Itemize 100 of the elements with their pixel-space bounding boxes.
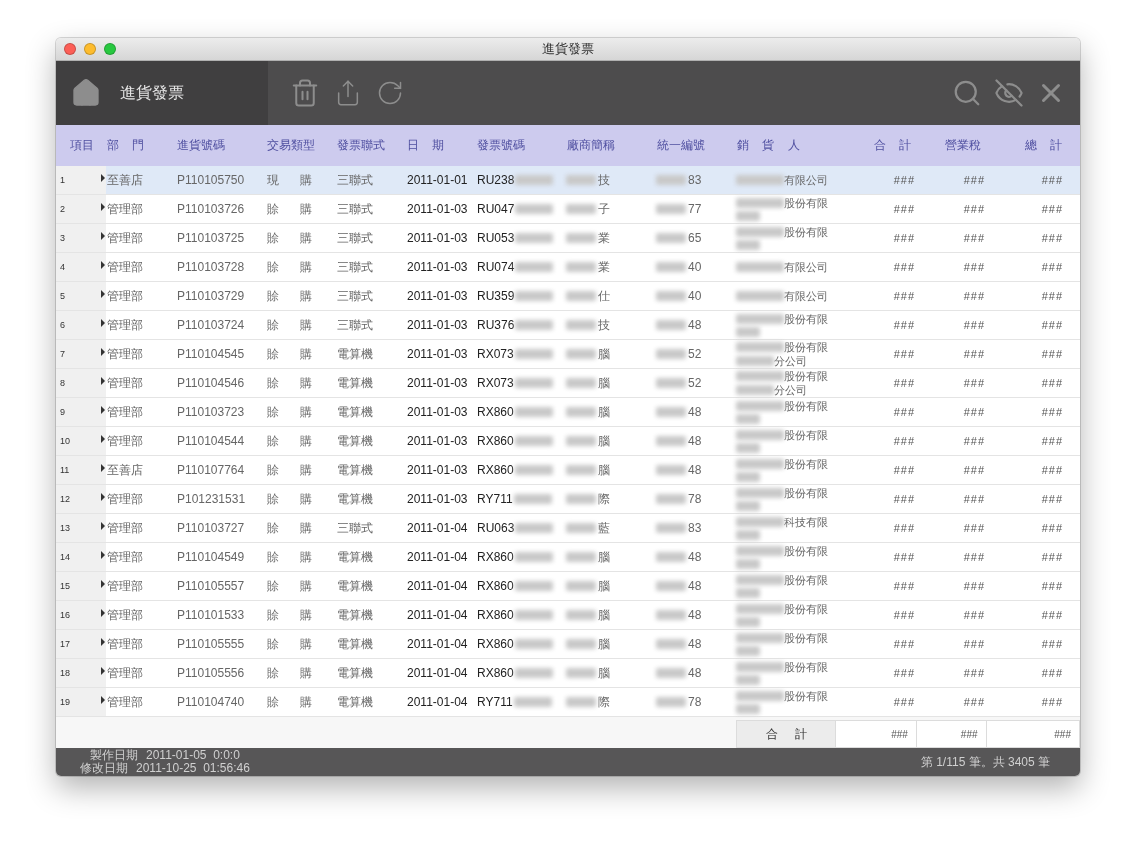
table-row[interactable]: 14 管理部 P110104549 賒 購 電算機 2011-01-04 RX860 腦 48 股份有限 ### ### ### — [56, 543, 1080, 572]
column-header[interactable]: 日 期 — [406, 137, 445, 154]
redacted-text — [514, 349, 553, 359]
expand-triangle-icon[interactable] — [101, 290, 105, 298]
table-row[interactable]: 9 管理部 P110103723 賒 購 電算機 2011-01-03 RX860 腦 48 股份有限 ### ### ### — [56, 398, 1080, 427]
table-cell: 腦 — [597, 635, 610, 653]
table-row[interactable]: 10 管理部 P110104544 賒 購 電算機 2011-01-03 RX860 腦 48 股份有限 ### ### ### — [56, 427, 1080, 456]
expand-triangle-icon[interactable] — [101, 551, 105, 559]
table-row[interactable]: 2 管理部 P110103726 賒 購 三聯式 2011-01-03 RU047 子 77 股份有限 ### ### ### — [56, 195, 1080, 224]
table-row[interactable]: 19 管理部 P110104740 賒 購 電算機 2011-01-04 RY711 際 78 股份有限 ### ### ### — [56, 688, 1080, 717]
table-cell-text: ### — [893, 609, 916, 621]
table-cell-text: P110104544 — [176, 434, 246, 448]
table-cell-text: 賒 購 — [266, 461, 314, 479]
table-cell: 仕 — [597, 287, 610, 305]
row-number: 10 — [60, 436, 70, 446]
table-cell: 48 — [687, 318, 702, 332]
table-cell: 股份有限 — [784, 458, 828, 470]
zoom-window-button[interactable] — [104, 43, 116, 55]
home-icon — [70, 77, 102, 109]
column-header[interactable]: 進貨號碼 — [176, 137, 225, 154]
expand-triangle-icon[interactable] — [101, 580, 105, 588]
column-header[interactable]: 合 計 — [872, 137, 925, 154]
table-row[interactable]: 16 管理部 P110101533 賒 購 電算機 2011-01-04 RX860 腦 48 股份有限 ### ### ### — [56, 601, 1080, 630]
column-header[interactable]: 項目 — [56, 137, 94, 154]
redacted-text — [566, 639, 596, 649]
table-row[interactable]: 12 管理部 P101231531 賒 購 電算機 2011-01-03 RY711 際 78 股份有限 ### ### ### — [56, 485, 1080, 514]
table-cell-text: 管理部 — [106, 345, 144, 363]
table-cell-text: 電算機 — [336, 635, 374, 653]
expand-triangle-icon[interactable] — [101, 696, 105, 704]
expand-triangle-icon[interactable] — [101, 406, 105, 414]
table-cell: 技 — [597, 171, 610, 189]
expand-triangle-icon[interactable] — [101, 174, 105, 182]
table-row[interactable]: 3 管理部 P110103725 賒 購 三聯式 2011-01-03 RU053 業 65 股份有限 ### ### ### — [56, 224, 1080, 253]
column-header[interactable]: 發票號碼 — [476, 137, 525, 154]
table-cell: 分公司 — [774, 355, 807, 367]
row-number: 8 — [60, 378, 65, 388]
table-cell-text: 2011-01-03 — [406, 405, 469, 419]
expand-triangle-icon[interactable] — [101, 319, 105, 327]
column-header[interactable]: 廠商簡稱 — [566, 137, 615, 154]
column-header[interactable]: 總 計 — [1023, 137, 1080, 154]
redacted-text — [566, 233, 596, 243]
redacted-text — [514, 436, 553, 446]
table-row[interactable]: 11 至善店 P110107764 賒 購 電算機 2011-01-03 RX860 腦 48 股份有限 ### ### ### — [56, 456, 1080, 485]
table-cell-text: 管理部 — [106, 229, 144, 247]
table-row[interactable]: 1 至善店 P110105750 現 購 三聯式 2011-01-01 RU238 技 83 有限公司 ### ### ### — [56, 166, 1080, 195]
expand-triangle-icon[interactable] — [101, 261, 105, 269]
table-cell: RX860 — [476, 608, 514, 622]
expand-triangle-icon[interactable] — [101, 667, 105, 675]
expand-triangle-icon[interactable] — [101, 435, 105, 443]
column-header[interactable]: 部 門 — [106, 137, 145, 154]
table-cell-text: 2011-01-01 — [406, 173, 469, 187]
table-cell-text: 管理部 — [106, 490, 144, 508]
table-row[interactable]: 5 管理部 P110103729 賒 購 三聯式 2011-01-03 RU359 仕 40 有限公司 ### ### ### — [56, 282, 1080, 311]
close-window-button[interactable] — [64, 43, 76, 55]
modified-date: 2011-10-25 01:56:46 — [136, 762, 250, 775]
hide-button[interactable] — [992, 76, 1026, 110]
modified-label: 修改日期 — [80, 762, 128, 775]
redacted-text — [566, 697, 596, 707]
expand-triangle-icon[interactable] — [101, 638, 105, 646]
column-header[interactable]: 銷 貨 人 — [736, 137, 800, 154]
redacted-text — [566, 581, 596, 591]
expand-triangle-icon[interactable] — [101, 522, 105, 530]
row-number: 6 — [60, 320, 65, 330]
table-cell-text: 電算機 — [336, 461, 374, 479]
table-cell: RU047 — [476, 202, 515, 216]
table-row[interactable]: 18 管理部 P110105556 賒 購 電算機 2011-01-04 RX860 腦 48 股份有限 ### ### ### — [56, 659, 1080, 688]
redacted-text — [736, 262, 784, 272]
table-row[interactable]: 17 管理部 P110105555 賒 購 電算機 2011-01-04 RX860 腦 48 股份有限 ### ### ### — [56, 630, 1080, 659]
table-row[interactable]: 15 管理部 P110105557 賒 購 電算機 2011-01-04 RX860 腦 48 股份有限 ### ### ### — [56, 572, 1080, 601]
table-cell: RX860 — [476, 463, 514, 477]
column-header[interactable]: 統一編號 — [656, 137, 705, 154]
table-cell-text: 管理部 — [106, 287, 144, 305]
table-row[interactable]: 13 管理部 P110103727 賒 購 三聯式 2011-01-04 RU063 藍 83 科技有限 ### ### ### — [56, 514, 1080, 543]
expand-triangle-icon[interactable] — [101, 464, 105, 472]
table-cell-text: 賒 購 — [266, 664, 314, 682]
expand-triangle-icon[interactable] — [101, 232, 105, 240]
redacted-text — [515, 291, 554, 301]
table-row[interactable]: 8 管理部 P110104546 賒 購 電算機 2011-01-03 RX073 腦 52 股份有限 分公司 ### ### ### — [56, 369, 1080, 398]
column-header[interactable]: 交易類型 — [266, 137, 315, 154]
table-cell: 際 — [597, 490, 610, 508]
expand-triangle-icon[interactable] — [101, 377, 105, 385]
table-row[interactable]: 6 管理部 P110103724 賒 購 三聯式 2011-01-03 RU376 技 48 股份有限 ### ### ### — [56, 311, 1080, 340]
redacted-text — [736, 314, 784, 324]
table-row[interactable]: 7 管理部 P110104545 賒 購 電算機 2011-01-03 RX073 腦 52 股份有限 分公司 ### ### ### — [56, 340, 1080, 369]
table-cell-text: 賒 購 — [266, 519, 314, 537]
table-cell: RX860 — [476, 637, 514, 651]
row-number: 17 — [60, 639, 70, 649]
expand-triangle-icon[interactable] — [101, 493, 105, 501]
column-header[interactable]: 營業稅 — [944, 137, 995, 154]
table-cell: 股份有限 — [784, 370, 828, 382]
expand-triangle-icon[interactable] — [101, 203, 105, 211]
redacted-text — [656, 262, 686, 272]
redacted-text — [515, 204, 554, 214]
table-cell: 48 — [687, 463, 702, 477]
table-cell-text: 2011-01-03 — [406, 318, 469, 332]
expand-triangle-icon[interactable] — [101, 348, 105, 356]
column-header[interactable]: 發票聯式 — [336, 137, 385, 154]
row-number: 16 — [60, 610, 70, 620]
table-row[interactable]: 4 管理部 P110103728 賒 購 三聯式 2011-01-03 RU074 業 40 有限公司 ### ### ### — [56, 253, 1080, 282]
expand-triangle-icon[interactable] — [101, 609, 105, 617]
